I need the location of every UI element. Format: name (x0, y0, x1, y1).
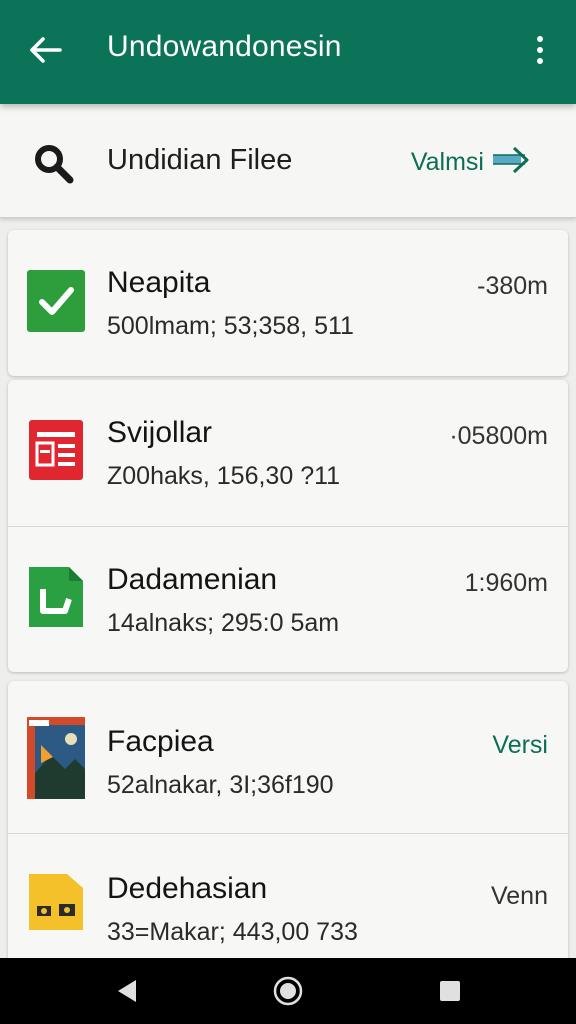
nav-back-icon[interactable] (110, 974, 144, 1008)
system-nav-bar (0, 958, 576, 1024)
search-action-label: Valmsi (410, 148, 484, 176)
file-meta: 33=Makar; 443,00 733 (107, 918, 358, 946)
file-version: Versi (492, 731, 548, 759)
file-meta: Z00haks, 156,30 ?11 (107, 462, 341, 490)
search-bar[interactable]: Undidian Filee Valmsi (0, 104, 576, 218)
file-name: Neapita (107, 266, 211, 299)
search-action-button[interactable]: Valmsi (411, 144, 536, 181)
file-size: 1:960m (464, 569, 548, 597)
file-card: Neapita 500lmam; 53;358, 511 -380m (8, 230, 568, 376)
file-meta: 52alnakar, 3I;36f190 (107, 771, 334, 799)
nav-recents-icon[interactable] (433, 974, 467, 1008)
file-meta: 14alnaks; 295:0 5am (107, 609, 340, 637)
file-name: Svijollar (107, 416, 213, 449)
file-version: Venn (490, 882, 548, 910)
file-row[interactable]: Dadamenian 14alnaks; 295:0 5am 1:960m (8, 526, 568, 672)
file-name: Dedehasian (107, 872, 268, 905)
nav-home-icon[interactable] (271, 974, 305, 1008)
file-name: Dadamenian (107, 563, 278, 596)
file-size: ·05800m (449, 422, 548, 450)
file-card: Facpiea 52alnakar, 3I;36f190 Versi Dedeh… (8, 681, 568, 973)
back-arrow-icon[interactable] (26, 30, 66, 70)
folder-image-icon (27, 870, 85, 934)
search-label: Undidian Filee (107, 144, 293, 176)
file-size: -380m (477, 272, 548, 300)
file-card: Svijollar Z00haks, 156,30 ?11 ·05800m Da… (8, 380, 568, 672)
file-row[interactable]: Svijollar Z00haks, 156,30 ?11 ·05800m (8, 380, 568, 526)
file-meta: 500lmam; 53;358, 511 (107, 312, 354, 340)
file-row[interactable]: Dedehasian 33=Makar; 443,00 733 Venn (8, 833, 568, 973)
pdf-doc-icon (27, 418, 85, 482)
app-title: Undowandonesin (107, 30, 342, 63)
file-row[interactable]: Neapita 500lmam; 53;358, 511 -380m (8, 230, 568, 376)
image-thumb-icon (27, 717, 85, 799)
sheet-doc-icon (27, 565, 85, 629)
file-name: Facpiea (107, 725, 214, 758)
file-row[interactable]: Facpiea 52alnakar, 3I;36f190 Versi (8, 681, 568, 833)
app-bar: Undowandonesin (0, 0, 576, 104)
more-vert-icon[interactable] (530, 30, 550, 70)
checkmark-doc-icon (27, 268, 85, 332)
arrow-right-icon (492, 144, 536, 181)
search-icon[interactable] (32, 142, 76, 186)
